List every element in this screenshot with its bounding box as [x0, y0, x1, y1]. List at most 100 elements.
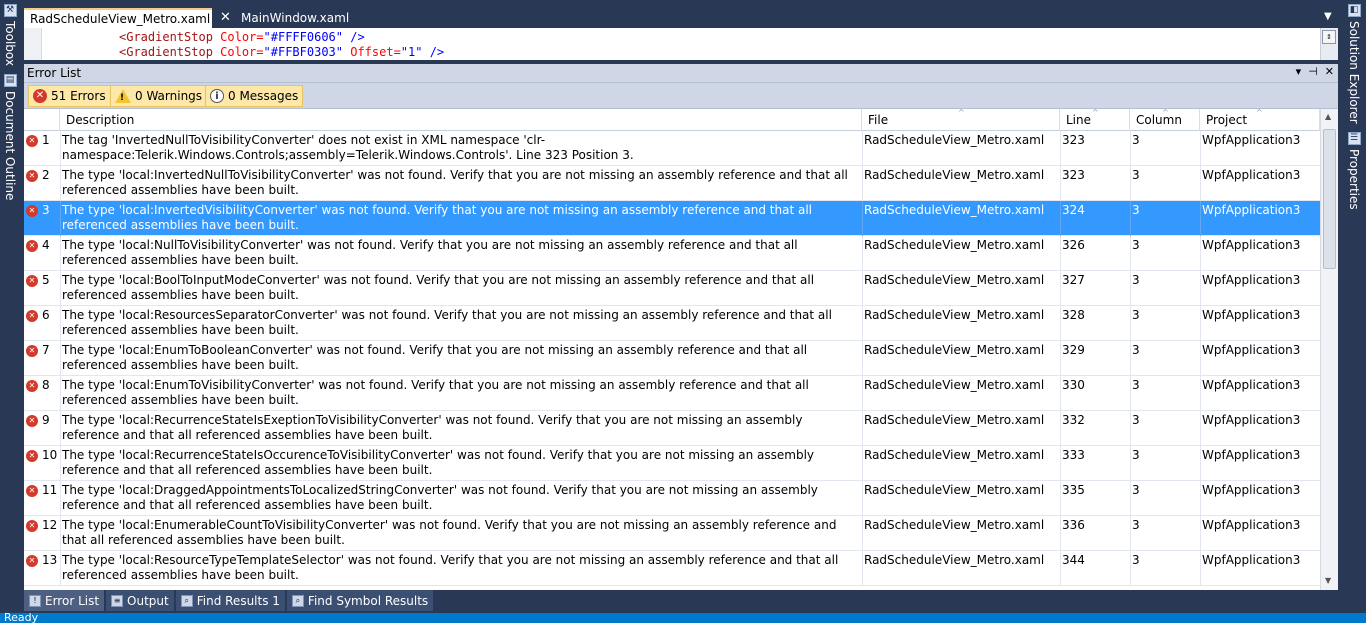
editor-gutter — [24, 28, 42, 60]
tab-mainwindow[interactable]: MainWindow.xaml — [235, 8, 355, 28]
row-project: WpfApplication3 — [1202, 238, 1301, 252]
messages-count-label: 0 Messages — [228, 89, 299, 103]
header-column[interactable]: ^ Column — [1130, 109, 1200, 131]
error-icon: ✕ — [26, 275, 38, 287]
row-file: RadScheduleView_Metro.xaml — [864, 518, 1045, 532]
header-icon-column — [24, 109, 60, 131]
error-icon: ✕ — [26, 135, 38, 147]
row-project: WpfApplication3 — [1202, 518, 1301, 532]
table-row[interactable]: ✕ 7 The type 'local:EnumToBooleanConverter… — [24, 341, 1320, 376]
properties-tab[interactable]: ☰ Properties — [1342, 128, 1366, 214]
error-icon: ✕ — [26, 240, 38, 252]
row-column: 3 — [1132, 168, 1140, 182]
warnings-filter-button[interactable]: ! 0 Warnings — [110, 85, 208, 107]
header-description[interactable]: Description — [60, 109, 862, 131]
header-project[interactable]: ^ Project — [1200, 109, 1320, 131]
table-row[interactable]: ✕ 12 The type 'local:EnumerableCountToVisi… — [24, 516, 1320, 551]
row-number: 6 — [42, 308, 50, 322]
error-filter-bar: ✕ 51 Errors ! 0 Warnings i 0 Messages — [24, 83, 1338, 109]
row-project: WpfApplication3 — [1202, 168, 1301, 182]
editor-scrollbar[interactable]: ⇕ — [1320, 28, 1338, 60]
panel-menu-icon[interactable]: ▾ — [1296, 65, 1302, 78]
row-number: 8 — [42, 378, 50, 392]
table-row[interactable]: ✕ 9 The type 'local:RecurrenceStateIsExept… — [24, 411, 1320, 446]
tab-find-symbol-results[interactable]: ⌕ Find Symbol Results — [286, 590, 434, 611]
toolbox-label: Toolbox — [3, 21, 17, 66]
row-line: 329 — [1062, 343, 1085, 357]
tab-radscheduleview-metro[interactable]: RadScheduleView_Metro.xaml — [24, 8, 212, 28]
warning-icon: ! — [115, 89, 131, 103]
code-end: /> — [343, 30, 365, 44]
table-row[interactable]: ✕ 8 The type 'local:EnumToVisibilityConver… — [24, 376, 1320, 411]
find-symbol-icon: ⌕ — [291, 594, 304, 607]
error-icon: ✕ — [26, 485, 38, 497]
code-editor[interactable]: <GradientStop Color="#FFFF0606" /> <Grad… — [24, 28, 1338, 60]
header-file[interactable]: ^ File — [862, 109, 1060, 131]
row-number: 12 — [42, 518, 58, 532]
row-line: 335 — [1062, 483, 1085, 497]
row-description: The type 'local:EnumToBooleanConverter' … — [62, 343, 808, 372]
row-number: 3 — [42, 203, 50, 217]
row-file: RadScheduleView_Metro.xaml — [864, 133, 1045, 147]
auto-hide-pin-icon[interactable]: ⊣ — [1308, 65, 1318, 78]
status-bar: Ready — [0, 613, 1366, 623]
row-description: The type 'local:RecurrenceStateIsExeptio… — [62, 413, 803, 442]
row-description: The tag 'InvertedNullToVisibilityConvert… — [62, 133, 634, 162]
sort-caret-icon: ^ — [958, 109, 965, 117]
tab-error-list[interactable]: ! Error List — [24, 590, 105, 611]
bottom-tool-tabs: ! Error List ≡ Output ⌕ Find Results 1 ⌕ Fin… — [24, 590, 1338, 612]
row-file: RadScheduleView_Metro.xaml — [864, 238, 1045, 252]
close-panel-icon[interactable]: ✕ — [1325, 65, 1334, 78]
table-row[interactable]: ✕ 1 The tag 'InvertedNullToVisibilityConve… — [24, 131, 1320, 166]
split-editor-icon[interactable]: ⇕ — [1322, 30, 1336, 44]
table-row[interactable]: ✕ 6 The type 'local:ResourcesSeparatorConv… — [24, 306, 1320, 341]
row-number: 7 — [42, 343, 50, 357]
solution-explorer-label: Solution Explorer — [1347, 21, 1361, 124]
error-list-title: Error List — [27, 66, 82, 80]
row-project: WpfApplication3 — [1202, 308, 1301, 322]
scroll-down-icon[interactable]: ▼ — [1325, 576, 1331, 585]
messages-filter-button[interactable]: i 0 Messages — [205, 85, 304, 107]
row-column: 3 — [1132, 238, 1140, 252]
grid-vertical-scrollbar[interactable]: ▲ ▼ — [1320, 109, 1338, 590]
row-line: 324 — [1062, 203, 1085, 217]
tabs-dropdown-icon[interactable]: ▼ — [1324, 11, 1332, 22]
solution-explorer-icon: ◧ — [1347, 4, 1361, 17]
errors-filter-button[interactable]: ✕ 51 Errors — [28, 85, 111, 107]
row-file: RadScheduleView_Metro.xaml — [864, 448, 1045, 462]
table-row[interactable]: ✕ 2 The type 'local:InvertedNullToVisibili… — [24, 166, 1320, 201]
table-row[interactable]: ✕ 10 The type 'local:RecurrenceStateIsOccu… — [24, 446, 1320, 481]
row-line: 327 — [1062, 273, 1085, 287]
row-line: 344 — [1062, 553, 1085, 567]
tab-output[interactable]: ≡ Output — [106, 590, 174, 611]
toolbox-tab[interactable]: ⚒ Toolbox — [0, 0, 20, 70]
row-project: WpfApplication3 — [1202, 378, 1301, 392]
error-icon: ✕ — [26, 450, 38, 462]
code-line: <GradientStop Color="#FFBF0303" Offset="… — [119, 45, 444, 59]
close-tab-icon[interactable]: ✕ — [220, 10, 231, 25]
scroll-up-icon[interactable]: ▲ — [1325, 112, 1331, 121]
row-file: RadScheduleView_Metro.xaml — [864, 483, 1045, 497]
row-description: The type 'local:ResourceTypeTemplateSele… — [62, 553, 839, 582]
row-column: 3 — [1132, 308, 1140, 322]
scrollbar-thumb[interactable] — [1323, 129, 1336, 269]
row-project: WpfApplication3 — [1202, 133, 1301, 147]
table-row[interactable]: ✕ 11 The type 'local:DraggedAppointmentsTo… — [24, 481, 1320, 516]
document-outline-tab[interactable]: ▤ Document Outline — [0, 70, 20, 204]
tab-find-results-1[interactable]: ⌕ Find Results 1 — [175, 590, 285, 611]
code-attr: Color= — [220, 30, 264, 44]
row-column: 3 — [1132, 203, 1140, 217]
solution-explorer-tab[interactable]: ◧ Solution Explorer — [1342, 0, 1366, 128]
header-line[interactable]: ^ Line — [1060, 109, 1130, 131]
tab-find-results-label: Find Results 1 — [196, 593, 280, 608]
table-row[interactable]: ✕ 13 The type 'local:ResourceTypeTemplateS… — [24, 551, 1320, 586]
row-file: RadScheduleView_Metro.xaml — [864, 168, 1045, 182]
table-row[interactable]: ✕ 5 The type 'local:BoolToInputModeConvert… — [24, 271, 1320, 306]
error-icon: ✕ — [26, 555, 38, 567]
table-row[interactable]: ✕ 3 The type 'local:InvertedVisibilityConv… — [24, 201, 1320, 236]
table-row[interactable]: ✕ 4 The type 'local:NullToVisibilityConver… — [24, 236, 1320, 271]
error-icon: ✕ — [26, 170, 38, 182]
toolbox-icon: ⚒ — [3, 4, 17, 17]
row-description: The type 'local:NullToVisibilityConverte… — [62, 238, 798, 267]
error-icon: ✕ — [26, 310, 38, 322]
